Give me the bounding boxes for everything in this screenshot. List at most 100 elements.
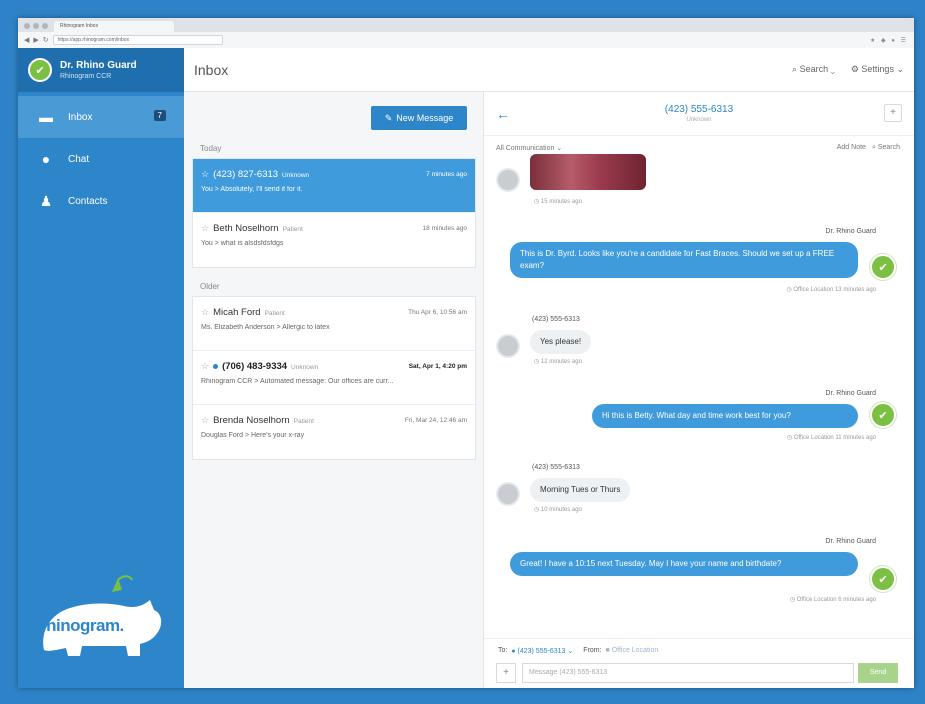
message-sender: Dr. Rhino Guard [825, 538, 876, 545]
page-title: Inbox [194, 61, 229, 78]
communication-filter-dropdown[interactable]: All Communication ⌄ [496, 144, 562, 152]
contact-avatar [496, 334, 520, 358]
message-sender: Dr. Rhino Guard [825, 390, 876, 397]
rhino-avatar-icon: ✔ [870, 566, 896, 592]
sidebar-item-label: Contacts [68, 195, 108, 207]
profile-org: Rhinogram CCR [60, 73, 112, 80]
incoming-message: Morning Tues or Thurs [530, 478, 631, 502]
star-icon[interactable]: ☆ [201, 361, 209, 372]
message-meta: ◷ Office Location 6 minutes ago [789, 597, 876, 603]
rhino-avatar-icon: ✔ [870, 402, 896, 428]
star-icon[interactable]: ☆ [201, 307, 209, 318]
new-message-button[interactable]: ✎ New Message [371, 106, 467, 130]
settings-button[interactable]: ⚙ Settings ⌄ [851, 64, 904, 75]
list-item[interactable]: ☆ (706) 483-9334 Unknown Sat, Apr 1, 4:20 … [193, 351, 475, 405]
list-item[interactable]: ☆ Brenda Noselhorn Patient Fri, Mar 24, 12… [193, 405, 475, 459]
incoming-message: Yes please! [530, 330, 592, 354]
profile-name: Dr. Rhino Guard [60, 60, 137, 71]
window-controls [24, 23, 48, 29]
to-dropdown[interactable]: ● (423) 555-6313 ⌄ [511, 647, 573, 655]
contact-phone[interactable]: (423) 555-6313 [484, 104, 914, 115]
close-window-icon[interactable] [24, 23, 30, 29]
send-button[interactable]: Send [858, 663, 898, 683]
chat-bubble-icon: ● [41, 151, 51, 167]
inbox-icon: ▬ [39, 109, 53, 125]
contact-avatar [496, 482, 520, 506]
rhinogram-logo: rhinogram. [36, 572, 166, 662]
sidebar: ✔ Dr. Rhino Guard Rhinogram CCR ▬ Inbox … [18, 48, 184, 688]
search-button[interactable]: ⌕ Search ⌄ [792, 64, 835, 75]
address-bar[interactable]: https://app.rhinogram.com/inbox [52, 35, 223, 45]
browser-tabs: Rhinogram Inbox [18, 18, 914, 32]
browser-extension-icons[interactable]: ★ ◆ ● ☰ [870, 37, 908, 44]
rhino-avatar-icon: ✔ [870, 254, 896, 280]
list-item[interactable]: ☆ (423) 827-6313 Unknown 7 minutes ago You… [193, 159, 475, 213]
inbox-count-badge: 7 [153, 110, 166, 121]
message-meta: ◷ Office Location 13 minutes ago [786, 287, 876, 293]
profile-header[interactable]: ✔ Dr. Rhino Guard Rhinogram CCR [18, 48, 184, 92]
inbox-list-pane: ✎ New Message Today ☆ (423) 827-6313 Unkno… [184, 92, 484, 688]
outgoing-message: This is Dr. Byrd. Looks like you're a ca… [510, 242, 858, 278]
star-icon[interactable]: ☆ [201, 415, 209, 426]
outgoing-message: Great! I have a 10:15 next Tuesday. May … [510, 552, 858, 576]
attach-button[interactable]: + [496, 663, 516, 683]
reload-icon[interactable]: ↻ [43, 36, 49, 44]
back-nav-icon[interactable]: ◀ [24, 36, 29, 44]
message-input[interactable]: Message (423) 555-6313 [522, 663, 854, 683]
sidebar-item-label: Chat [68, 153, 90, 165]
clock-icon: ◷ [534, 199, 541, 205]
outgoing-message: Hi this is Betty. What day and time work… [592, 404, 858, 428]
message-image[interactable] [530, 154, 646, 190]
chevron-down-icon: ⌄ [554, 145, 563, 152]
recipient-row: To: ● (423) 555-6313 ⌄ From: ■ Office Lo… [498, 647, 659, 655]
search-icon: ⌕ [792, 64, 800, 74]
conversation-header: ← (423) 555-6313 Unknown + [484, 92, 914, 136]
contact-avatar [496, 168, 520, 192]
list-item[interactable]: ☆ Micah Ford Patient Thu Apr 6, 10:56 am M… [193, 297, 475, 351]
message-sender: (423) 555-6313 [532, 316, 580, 323]
message-meta: ◷ Office Location 11 minutes ago [786, 435, 876, 441]
star-icon[interactable]: ☆ [201, 169, 209, 180]
minimize-window-icon[interactable] [33, 23, 39, 29]
today-list: ☆ (423) 827-6313 Unknown 7 minutes ago You… [192, 158, 476, 268]
conversation-pane: ← (423) 555-6313 Unknown + All Communica… [484, 92, 914, 688]
conversation-search-button[interactable]: ⌕ Search [872, 144, 900, 152]
maximize-window-icon[interactable] [42, 23, 48, 29]
top-bar: Inbox ⌕ Search ⌄ ⚙ Settings ⌄ [184, 48, 914, 92]
person-icon: ♟ [39, 192, 53, 209]
sidebar-nav: ▬ Inbox 7 ● Chat ♟ Contacts [18, 96, 184, 222]
message-meta: ◷ 15 minutes ago [534, 199, 582, 205]
chevron-down-icon: ⌄ [565, 648, 574, 655]
message-sender: (423) 555-6313 [532, 464, 580, 471]
from-dropdown[interactable]: ■ Office Location [606, 647, 659, 655]
forward-nav-icon[interactable]: ▶ [33, 36, 38, 44]
contact-status: Unknown [686, 117, 712, 123]
add-note-button[interactable]: Add Note [837, 144, 866, 152]
list-item[interactable]: ☆ Beth Noselhorn Patient 18 minutes ago Yo… [193, 213, 475, 267]
sidebar-item-label: Inbox [68, 111, 93, 123]
top-actions: ⌕ Search ⌄ ⚙ Settings ⌄ [792, 64, 904, 75]
address-row: ◀ ▶ ↻ https://app.rhinogram.com/inbox ★ … [18, 32, 914, 48]
add-button[interactable]: + [884, 104, 902, 122]
star-icon[interactable]: ☆ [201, 223, 209, 234]
sidebar-item-inbox[interactable]: ▬ Inbox 7 [18, 96, 184, 138]
browser-tab[interactable]: Rhinogram Inbox [54, 21, 174, 32]
unread-dot-icon [213, 364, 219, 369]
browser-chrome: Rhinogram Inbox ◀ ▶ ↻ https://app.rhinog… [18, 18, 914, 48]
app-window: Rhinogram Inbox ◀ ▶ ↻ https://app.rhinog… [18, 18, 914, 688]
section-older: Older [200, 282, 220, 291]
logo-wordmark: rhinogram. [40, 616, 124, 635]
sidebar-item-chat[interactable]: ● Chat [18, 138, 184, 180]
message-meta: ◷ 12 minutes ago [534, 359, 582, 365]
clock-icon: ◷ [789, 597, 797, 603]
sidebar-item-contacts[interactable]: ♟ Contacts [18, 180, 184, 222]
message-meta: ◷ 10 minutes ago [534, 507, 582, 513]
chevron-down-icon: ⌄ [893, 64, 904, 74]
clock-icon: ◷ [534, 507, 541, 513]
message-thread: ◷ 15 minutes ago Dr. Rhino Guard This is… [484, 154, 914, 618]
clock-icon: ◷ [534, 359, 541, 365]
chevron-down-icon: ⌄ [828, 64, 835, 74]
filter-row: All Communication ⌄ Add Note ⌕ Search [496, 144, 900, 152]
compose-bar: To: ● (423) 555-6313 ⌄ From: ■ Office Lo… [484, 638, 914, 688]
gear-icon: ⚙ [850, 64, 862, 74]
